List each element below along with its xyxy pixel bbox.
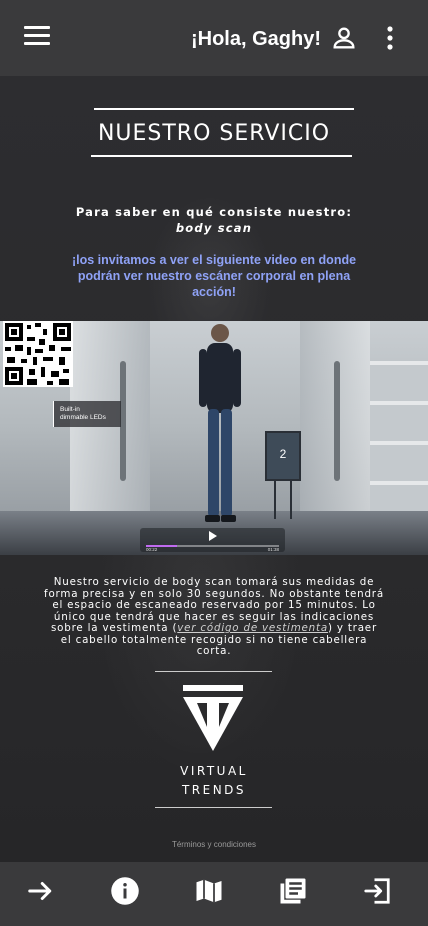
section-title: NUESTRO SERVICIO	[97, 121, 331, 146]
intro-emphasis: body scan	[175, 221, 253, 235]
video-time-current: 00:22	[146, 547, 158, 552]
dress-code-link[interactable]: ver código de vestimenta	[177, 622, 328, 634]
intro-lead: Para saber en qué consiste nuestro:	[75, 205, 353, 219]
info-icon[interactable]	[110, 876, 140, 906]
video-scene-monitor: 2	[265, 431, 301, 481]
more-vert-icon[interactable]	[380, 24, 400, 52]
main-content: NUESTRO SERVICIO Para saber en qué consi…	[0, 76, 428, 862]
library-books-icon[interactable]	[278, 876, 308, 906]
video-scene-monitor-stand	[274, 481, 292, 519]
virtual-trends-logo	[183, 685, 243, 751]
video-person	[199, 324, 241, 522]
invite-text: ¡los invitamos a ver el siguiente video …	[71, 253, 357, 299]
logo-divider-top	[155, 671, 272, 672]
bottom-nav-bar	[0, 862, 428, 926]
brand-line2: TRENDS	[181, 783, 247, 797]
monitor-number: 2	[279, 447, 287, 461]
brand-line1: VIRTUAL	[180, 764, 248, 778]
arrow-right-icon[interactable]	[26, 876, 56, 906]
video-time-total: 01:38	[267, 547, 279, 552]
top-app-bar: ¡Hola, Gaghy!	[0, 0, 428, 76]
intro-text: Para saber en qué consiste nuestro: body…	[0, 204, 428, 236]
greeting-text: ¡Hola, Gaghy!	[190, 28, 321, 50]
logo-divider-bottom	[155, 807, 272, 808]
overlay-label-line2: dimmable LEDs	[60, 414, 106, 421]
play-icon[interactable]	[209, 531, 217, 541]
video-player[interactable]: 2 Built-in dimmable LEDs 00:22 01:38	[0, 321, 428, 555]
title-divider-bottom	[91, 155, 352, 157]
qr-code	[3, 321, 73, 387]
terms-link[interactable]: Términos y condiciones	[0, 840, 428, 849]
exit-icon[interactable]	[362, 876, 392, 906]
map-icon[interactable]	[194, 876, 224, 906]
brand-name: VIRTUAL TRENDS	[0, 762, 428, 800]
user-icon[interactable]	[330, 24, 358, 52]
title-divider-top	[94, 108, 354, 110]
video-progress-bar[interactable]	[146, 545, 279, 547]
video-controls[interactable]: 00:22 01:38	[140, 528, 285, 552]
video-scene-handle-right	[334, 361, 340, 481]
service-description: Nuestro servicio de body scan tomará sus…	[44, 576, 384, 658]
menu-icon[interactable]	[24, 26, 50, 48]
overlay-label-line1: Built-in	[60, 406, 80, 413]
video-overlay-label: Built-in dimmable LEDs	[53, 401, 121, 427]
